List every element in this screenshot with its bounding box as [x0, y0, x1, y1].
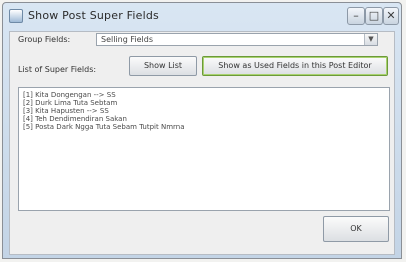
- app-icon: [9, 9, 23, 23]
- group-fields-select[interactable]: Selling Fields ▼: [96, 33, 378, 46]
- close-button[interactable]: ✕: [383, 7, 399, 25]
- ok-button[interactable]: OK: [323, 216, 389, 242]
- title-bar[interactable]: Show Post Super Fields – □ ✕: [3, 3, 401, 29]
- list-of-super-fields-label: List of Super Fields:: [18, 65, 97, 74]
- list-item[interactable]: [1] Kita Dongengan --> SS: [23, 91, 385, 99]
- maximize-button[interactable]: □: [365, 7, 383, 25]
- group-fields-label: Group Fields:: [18, 35, 71, 44]
- window-title: Show Post Super Fields: [28, 9, 159, 22]
- list-item[interactable]: [3] Kita Hapusten --> SS: [23, 107, 385, 115]
- list-item[interactable]: [5] Posta Dark Ngga Tuta Sebam Tutpit Nm…: [23, 123, 385, 131]
- minimize-button[interactable]: –: [347, 7, 365, 25]
- list-item[interactable]: [2] Durk Lima Tuta Sebtam: [23, 99, 385, 107]
- show-all-used-fields-button[interactable]: Show as Used Fields in this Post Editor: [202, 56, 388, 76]
- show-list-button[interactable]: Show List: [129, 56, 197, 76]
- super-fields-listbox[interactable]: [1] Kita Dongengan --> SS [2] Durk Lima …: [18, 87, 390, 211]
- group-fields-selected-value: Selling Fields: [101, 35, 153, 44]
- list-item[interactable]: [4] Teh Dendimendiran Sakan: [23, 115, 385, 123]
- chevron-down-icon[interactable]: ▼: [364, 34, 377, 45]
